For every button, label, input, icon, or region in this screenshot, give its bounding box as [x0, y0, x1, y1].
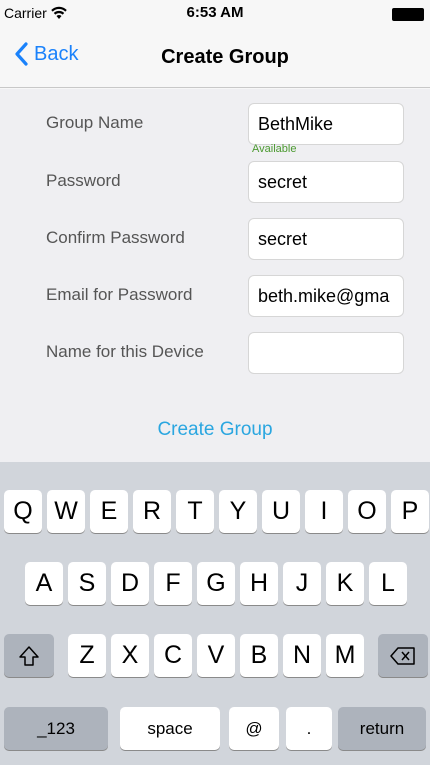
- email-row: Email for Password: [0, 273, 430, 317]
- key-a[interactable]: A: [25, 562, 63, 605]
- email-label: Email for Password: [46, 285, 193, 304]
- key-h[interactable]: H: [240, 562, 278, 605]
- create-group-button[interactable]: Create Group: [0, 419, 430, 441]
- key-v[interactable]: V: [197, 634, 235, 677]
- page-title: Create Group: [161, 46, 289, 68]
- delete-icon: [390, 647, 415, 666]
- key-z[interactable]: Z: [68, 634, 106, 677]
- email-input[interactable]: [248, 275, 404, 317]
- group-name-row: Group Name: [0, 101, 430, 145]
- key-f[interactable]: F: [154, 562, 192, 605]
- key-e[interactable]: E: [90, 490, 128, 533]
- key-j[interactable]: J: [283, 562, 321, 605]
- key-t[interactable]: T: [176, 490, 214, 533]
- group-name-label: Group Name: [46, 113, 144, 132]
- key-q[interactable]: Q: [4, 490, 42, 533]
- key-o[interactable]: O: [348, 490, 386, 533]
- keyboard: Q W E R T Y U I O P A S D F G H J K L Z …: [0, 462, 430, 765]
- key-l[interactable]: L: [369, 562, 407, 605]
- shift-icon: [19, 646, 39, 667]
- availability-status: Available: [252, 143, 297, 155]
- password-input[interactable]: [248, 161, 404, 203]
- confirm-password-row: Confirm Password: [0, 216, 430, 260]
- key-r[interactable]: R: [133, 490, 171, 533]
- key-x[interactable]: X: [111, 634, 149, 677]
- key-i[interactable]: I: [305, 490, 343, 533]
- key-n[interactable]: N: [283, 634, 321, 677]
- at-key[interactable]: @: [229, 707, 279, 750]
- space-key[interactable]: space: [120, 707, 220, 750]
- delete-key[interactable]: [378, 634, 428, 677]
- password-row: Password: [0, 159, 430, 203]
- navigation-bar: Back Create Group: [0, 28, 430, 88]
- key-d[interactable]: D: [111, 562, 149, 605]
- key-u[interactable]: U: [262, 490, 300, 533]
- battery-icon: [392, 8, 424, 21]
- key-c[interactable]: C: [154, 634, 192, 677]
- key-y[interactable]: Y: [219, 490, 257, 533]
- return-key[interactable]: return: [338, 707, 426, 750]
- key-m[interactable]: M: [326, 634, 364, 677]
- confirm-password-label: Confirm Password: [46, 228, 185, 247]
- password-label: Password: [46, 171, 121, 190]
- key-w[interactable]: W: [47, 490, 85, 533]
- device-name-label: Name for this Device: [46, 342, 204, 361]
- period-key[interactable]: .: [286, 707, 332, 750]
- status-bar: Carrier 6:53 AM: [0, 0, 430, 28]
- key-s[interactable]: S: [68, 562, 106, 605]
- numbers-key[interactable]: _123: [4, 707, 108, 750]
- status-time: 6:53 AM: [186, 4, 244, 21]
- device-name-input[interactable]: [248, 332, 404, 374]
- shift-key[interactable]: [4, 634, 54, 677]
- confirm-password-input[interactable]: [248, 218, 404, 260]
- key-p[interactable]: P: [391, 490, 429, 533]
- device-name-row: Name for this Device: [0, 330, 430, 374]
- create-group-form: Group Name Available Password Confirm Pa…: [0, 89, 430, 462]
- key-k[interactable]: K: [326, 562, 364, 605]
- group-name-input[interactable]: [248, 103, 404, 145]
- key-g[interactable]: G: [197, 562, 235, 605]
- key-b[interactable]: B: [240, 634, 278, 677]
